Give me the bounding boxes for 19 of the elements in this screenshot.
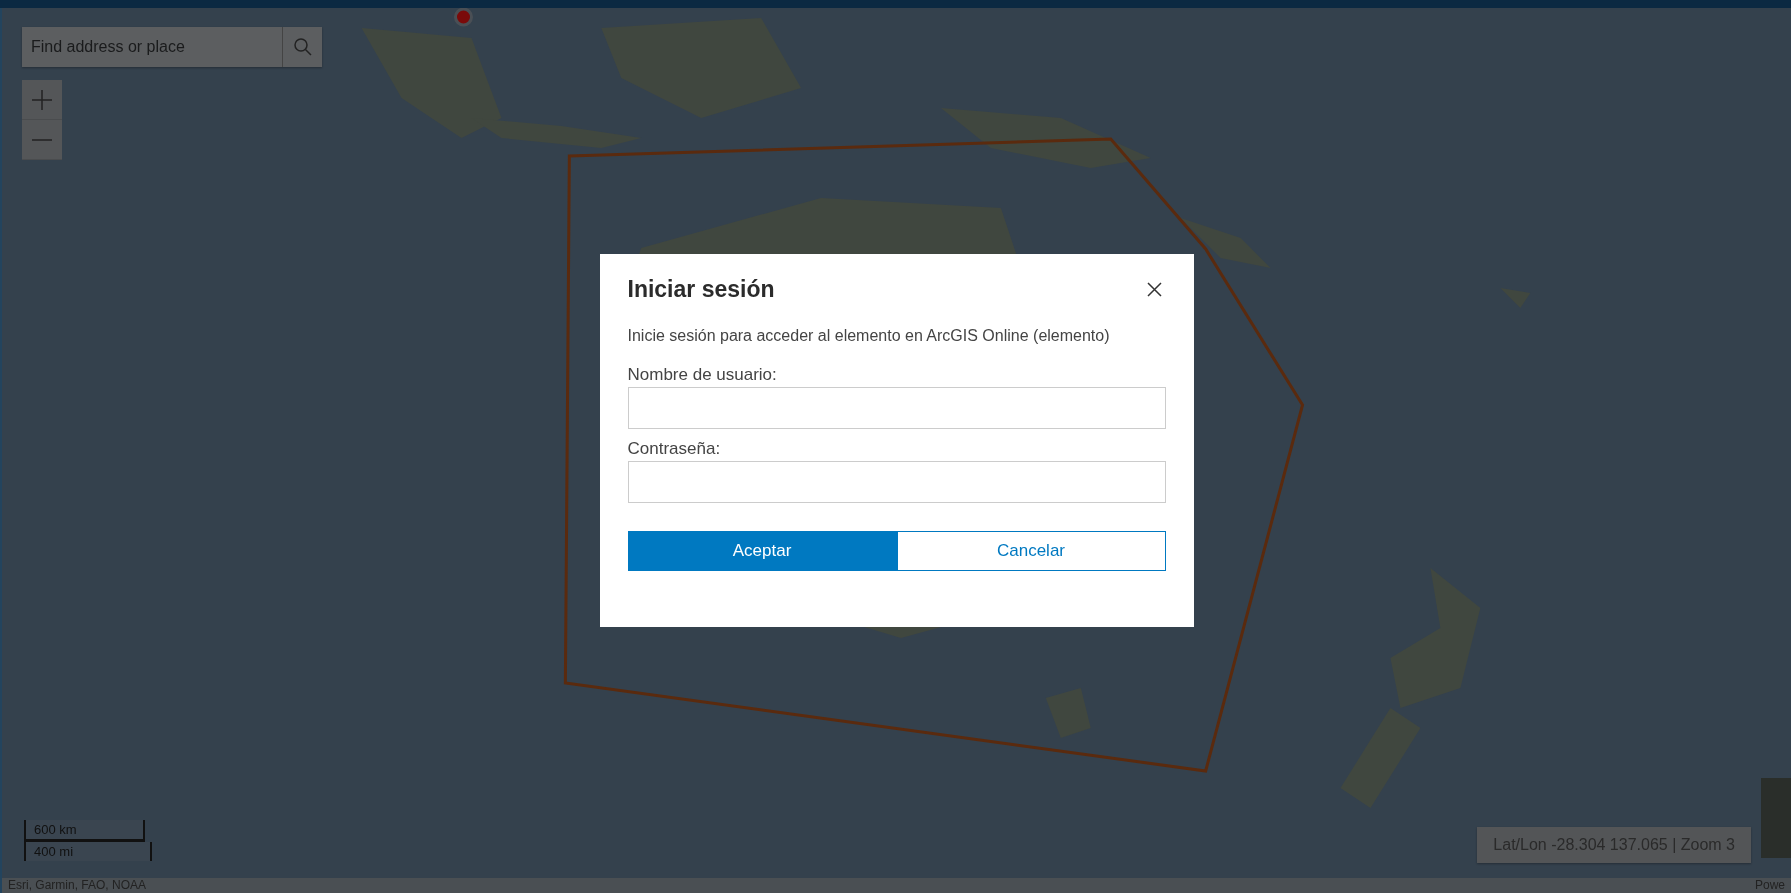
zoom-in-button[interactable] bbox=[22, 80, 62, 120]
scale-bar: 400 mi bbox=[24, 842, 152, 861]
minus-icon bbox=[32, 137, 52, 142]
accept-button[interactable]: Aceptar bbox=[627, 531, 897, 571]
field-label: Nombre de usuario: bbox=[627, 365, 778, 385]
zoom-out-button[interactable] bbox=[22, 120, 62, 160]
scale-bar: 600 km bbox=[24, 820, 145, 842]
field-label: Contraseña: bbox=[627, 439, 722, 459]
search-field[interactable]: Find address or place bbox=[22, 27, 282, 67]
cancel-button[interactable]: Cancelar bbox=[896, 531, 1166, 571]
search-icon bbox=[292, 37, 313, 57]
search-button[interactable] bbox=[282, 27, 322, 67]
close-icon bbox=[1146, 282, 1162, 297]
location-marker bbox=[454, 8, 473, 27]
dialog-title: Iniciar sesión bbox=[627, 276, 775, 303]
dialog-message: Inicie sesión para acceder al elemento en ArcGIS Online (elemento) bbox=[627, 327, 1111, 345]
input-field[interactable] bbox=[627, 387, 1166, 429]
input-field[interactable] bbox=[627, 461, 1166, 503]
plus-icon bbox=[32, 89, 52, 110]
